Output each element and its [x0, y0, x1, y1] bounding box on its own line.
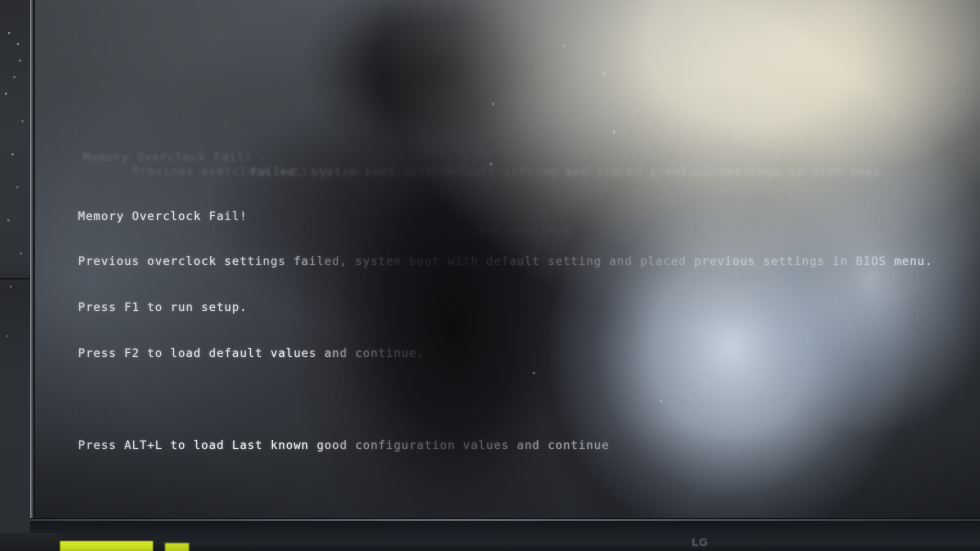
yellow-object-foreground-2 [165, 543, 189, 551]
panel-speck [660, 400, 662, 402]
bios-line-detail: Previous overclock settings failed, syst… [78, 254, 933, 269]
monitor-bezel-left [30, 0, 35, 540]
bios-message-block: Memory Overclock Fail! Previous overcloc… [43, 178, 973, 484]
bios-line-altl: Press ALT+L to load Last known good conf… [78, 438, 610, 453]
background-wall-left [0, 0, 30, 551]
bios-line-f2: Press F2 to load default values and cont… [78, 346, 425, 361]
background-surface-bottom-left [0, 533, 62, 551]
bios-line-blank [43, 392, 973, 407]
monitor-bezel-highlight [30, 519, 980, 521]
yellow-object-foreground [60, 541, 153, 551]
panel-speck [603, 72, 605, 75]
panel-speck [613, 130, 615, 133]
ghost-text-detail: Previous overclock settings failed, syst… [132, 164, 879, 178]
photograph-of-monitor: Memory Overclock Fail! Previous overcloc… [0, 0, 980, 551]
bios-line-f1: Press F1 to run setup. [78, 300, 248, 315]
panel-speck [490, 163, 492, 165]
panel-speck [533, 372, 535, 374]
bios-line-title: Memory Overclock Fail! [78, 208, 248, 223]
panel-speck [563, 45, 565, 47]
ghost-text-title: Memory Overclock Fail! [83, 150, 253, 164]
panel-speck [492, 103, 494, 105]
lg-logo: LG [691, 537, 709, 549]
monitor-screen: Memory Overclock Fail! Previous overcloc… [35, 0, 980, 519]
